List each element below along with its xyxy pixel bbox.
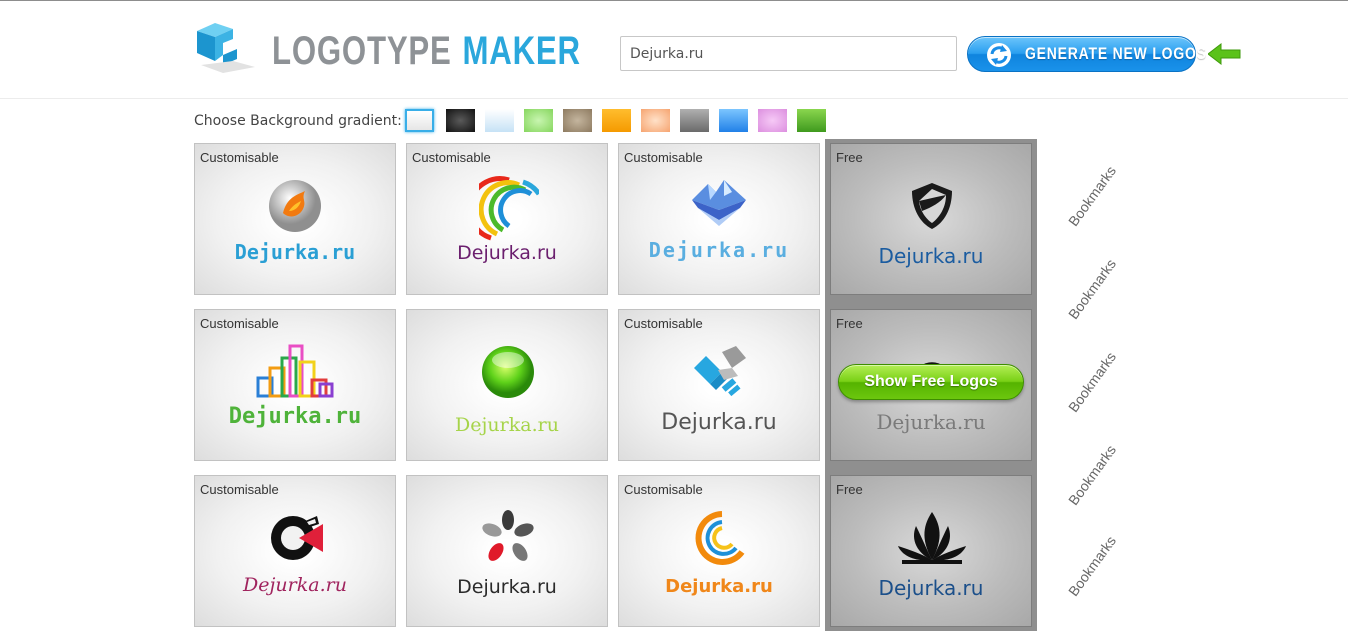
show-free-logos-button[interactable]: Show Free Logos — [838, 364, 1024, 400]
logo-name: Dejurka.ru — [665, 576, 773, 597]
customisable-tag: Customisable — [624, 150, 703, 165]
crystal-mountain-icon — [688, 178, 750, 232]
bg-swatch-10[interactable] — [758, 109, 787, 132]
shield-emblem-icon — [904, 179, 960, 237]
free-tag: Free — [836, 150, 863, 165]
bg-swatch-1[interactable] — [405, 109, 434, 132]
phoenix-ball-icon — [265, 179, 325, 237]
background-gradient-label: Choose Background gradient: — [194, 113, 402, 129]
customisable-tag: Customisable — [200, 316, 279, 331]
logo-card-6[interactable]: Dejurka.ru — [406, 309, 608, 461]
logo-name: Dejurka.ru — [876, 410, 986, 434]
bookmarks-link-1[interactable]: Bookmarks — [1059, 155, 1125, 237]
free-tag: Free — [836, 316, 863, 331]
customisable-tag: Customisable — [624, 316, 703, 331]
logo-card-9[interactable]: Customisable Dejurka.ru — [194, 475, 396, 627]
site-logo-text[interactable]: LOGOTYPE MAKER — [272, 25, 581, 77]
logo-name: Dejurka.ru — [661, 410, 777, 435]
green-orb-icon — [480, 344, 536, 404]
logo-name: Dejurka.ru — [243, 574, 347, 596]
logo-card-3[interactable]: Customisable Dejurka.ru — [618, 143, 820, 295]
customisable-tag: Customisable — [200, 150, 279, 165]
arrow-left-icon — [1208, 43, 1241, 65]
rainbow-arc-icon — [467, 176, 542, 250]
colored-bars-icon — [256, 344, 334, 404]
logo-card-5[interactable]: Customisable Dejurka.ru — [194, 309, 396, 461]
logo-name: Dejurka.ru — [455, 414, 559, 436]
bg-swatch-8[interactable] — [680, 109, 709, 132]
bg-swatch-4[interactable] — [524, 109, 553, 132]
orange-rings-icon — [692, 510, 748, 570]
generate-logos-label: Generate New Logos — [1025, 44, 1207, 63]
circle-c-icon — [267, 510, 325, 570]
free-tag: Free — [836, 482, 863, 497]
generate-logos-button[interactable]: Generate New Logos — [967, 36, 1206, 72]
bookmarks-link-4[interactable]: Bookmarks — [1059, 434, 1125, 516]
header: LOGOTYPEMAKER Generate New Logos — [0, 1, 1348, 99]
refresh-icon — [987, 43, 1011, 67]
bg-swatch-11[interactable] — [797, 109, 826, 132]
customisable-tag: Customisable — [624, 482, 703, 497]
bookmarks-link-3[interactable]: Bookmarks — [1059, 341, 1125, 423]
logo-card-11[interactable]: Customisable Dejurka.ru — [618, 475, 820, 627]
customisable-tag: Customisable — [412, 150, 491, 165]
logo-card-4[interactable]: Free Dejurka.ru — [830, 143, 1032, 295]
logo-name: Dejurka.ru — [234, 240, 356, 264]
company-name-input[interactable] — [620, 36, 957, 71]
lotus-flame-icon — [894, 510, 970, 570]
bg-swatch-5[interactable] — [563, 109, 592, 132]
bg-swatch-7[interactable] — [641, 109, 670, 132]
logo-name: Dejurka.ru — [878, 576, 984, 600]
logo-name: Dejurka.ru — [878, 244, 984, 268]
bg-swatch-9[interactable] — [719, 109, 748, 132]
logo-card-2[interactable]: Customisable Dejurka.ru — [406, 143, 608, 295]
logo-name: Dejurka.ru — [228, 404, 362, 429]
logo-name: Dejurka.ru — [648, 238, 790, 262]
logo-card-10[interactable]: Dejurka.ru — [406, 475, 608, 627]
petal-flower-icon — [480, 510, 536, 570]
bookmarks-link-5[interactable]: Bookmarks — [1059, 525, 1125, 607]
logo-card-7[interactable]: Customisable Dejurka.ru — [618, 309, 820, 461]
logo-name: Dejurka.ru — [457, 576, 557, 598]
handshake-icon — [692, 344, 748, 406]
customisable-tag: Customisable — [200, 482, 279, 497]
bookmarks-link-2[interactable]: Bookmarks — [1059, 248, 1125, 330]
logo-name: Dejurka.ru — [457, 242, 557, 264]
cube-logo-icon[interactable] — [193, 21, 257, 75]
logo-card-1[interactable]: Customisable Dejurka.ru — [194, 143, 396, 295]
logo-card-12[interactable]: Free Dejurka.ru — [830, 475, 1032, 627]
bg-swatch-2[interactable] — [446, 109, 475, 132]
bg-swatch-6[interactable] — [602, 109, 631, 132]
bg-swatch-3[interactable] — [485, 109, 514, 132]
